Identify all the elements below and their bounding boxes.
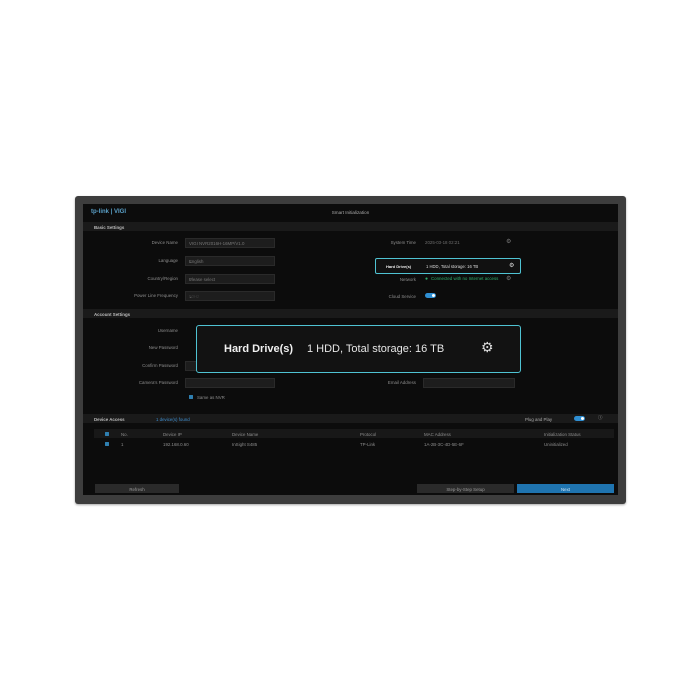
email-input[interactable] xyxy=(423,378,515,388)
system-time-settings-icon[interactable]: ⚙ xyxy=(506,238,511,245)
hard-drive-label: Hard Drive(s) xyxy=(386,264,412,269)
same-as-nvr-label: Same as NVR xyxy=(197,395,225,400)
device-name-label: Device Name xyxy=(151,240,178,245)
chevron-down-icon: ⌄ xyxy=(189,294,193,299)
power-line-select[interactable]: 50Hz ⌄ xyxy=(185,291,275,301)
hard-drive-zoom-callout: Hard Drive(s) 1 HDD, Total storage: 16 T… xyxy=(196,325,521,373)
username-label: Username xyxy=(157,328,178,333)
language-select[interactable]: English ⌄ xyxy=(185,256,275,266)
camera-password-input[interactable] xyxy=(185,378,275,388)
step-by-step-setup-button[interactable]: Step-by-Step Setup xyxy=(417,484,514,493)
select-all-checkbox[interactable] xyxy=(105,431,109,436)
power-line-label: Power Line Frequency xyxy=(134,293,178,298)
chevron-down-icon: ⌄ xyxy=(189,277,193,282)
device-access-title: Device Access xyxy=(94,416,125,422)
devices-found-link[interactable]: 1 device(s) found xyxy=(156,417,190,422)
gear-icon[interactable]: ⚙ xyxy=(509,262,514,269)
hard-drive-value: 1 HDD, Total storage: 16 TB xyxy=(426,264,479,269)
language-label: Language xyxy=(158,258,178,263)
plug-and-play-label: Plug and Play xyxy=(525,416,553,422)
network-label: Network xyxy=(399,277,416,282)
zoom-gear-icon[interactable]: ⚙ xyxy=(481,339,494,356)
page-title: Smart Initialization xyxy=(331,210,370,215)
col-device-ip: Device IP xyxy=(163,431,182,437)
step-by-step-setup-label: Step-by-Step Setup xyxy=(446,486,485,492)
refresh-button[interactable]: Refresh xyxy=(95,484,179,493)
row-initialization-status: Uninitialized xyxy=(544,442,568,447)
next-button-label: Next xyxy=(560,486,571,492)
account-settings-header: Account Settings xyxy=(83,309,618,318)
col-device-name: Device Name xyxy=(232,431,259,437)
country-select[interactable]: Please select ⌄ xyxy=(185,274,275,284)
basic-settings-title: Basic Settings xyxy=(94,224,125,230)
country-label: Country/Region xyxy=(147,276,178,281)
row-checkbox[interactable] xyxy=(105,442,109,446)
device-name-value: VIGI NVR2016H-16MP/V1.0 xyxy=(189,241,245,246)
row-no: 1 xyxy=(121,442,124,447)
device-name-input[interactable]: VIGI NVR2016H-16MP/V1.0 xyxy=(185,238,275,248)
network-settings-icon[interactable]: ⚙ xyxy=(506,275,511,282)
col-mac-address: MAC Address xyxy=(424,431,451,437)
monitor-frame: tp-link | VIGI Smart Initialization Basi… xyxy=(75,196,626,504)
refresh-button-label: Refresh xyxy=(129,486,145,492)
country-value: Please select xyxy=(189,277,216,282)
row-protocol: TP-Link xyxy=(360,442,376,447)
system-time-value: 2025-03-18 02:21 xyxy=(425,240,460,245)
col-protocol: Protocol xyxy=(360,431,377,437)
nvr-screen: tp-link | VIGI Smart Initialization Basi… xyxy=(83,204,618,495)
row-device-ip: 192.168.0.60 xyxy=(163,442,189,447)
network-status-value: Connected with no Internet access xyxy=(431,276,499,281)
cloud-service-label: Cloud Service xyxy=(388,294,416,299)
row-mac-address: 1A-2B-3C-4D-5E-6F xyxy=(424,442,464,447)
account-settings-title: Account Settings xyxy=(94,311,131,317)
camera-password-label: Camera's Password xyxy=(138,380,178,385)
system-time-label: System Time xyxy=(390,240,416,245)
device-access-header: Device Access 1 device(s) found Plug and… xyxy=(83,414,618,423)
zoom-hard-drive-value: 1 HDD, Total storage: 16 TB xyxy=(307,343,445,355)
basic-settings-header: Basic Settings xyxy=(83,222,618,231)
chevron-down-icon: ⌄ xyxy=(189,259,193,264)
cloud-service-toggle[interactable] xyxy=(425,293,436,298)
device-table-header: No. Device IP Device Name Protocol MAC A… xyxy=(94,429,614,438)
hard-drive-highlight: Hard Drive(s) 1 HDD, Total storage: 16 T… xyxy=(375,258,521,274)
plug-and-play-toggle[interactable] xyxy=(574,416,585,421)
table-row[interactable]: 1 192.168.0.60 InSight S485 TP-Link 1A-2… xyxy=(94,439,614,449)
col-initialization-status: Initialization Status xyxy=(544,431,581,437)
confirm-password-label: Confirm Password xyxy=(142,363,178,368)
email-label: Email Address xyxy=(387,380,416,385)
same-as-nvr-checkbox[interactable] xyxy=(189,395,193,399)
info-icon[interactable]: ⓘ xyxy=(598,415,602,421)
col-no: No. xyxy=(121,431,128,437)
zoom-hard-drive-label: Hard Drive(s) xyxy=(224,343,294,355)
new-password-label: New Password xyxy=(148,345,178,350)
next-button[interactable]: Next xyxy=(517,484,614,493)
row-device-name: InSight S485 xyxy=(232,442,258,447)
network-status-icon: ● xyxy=(425,276,429,282)
